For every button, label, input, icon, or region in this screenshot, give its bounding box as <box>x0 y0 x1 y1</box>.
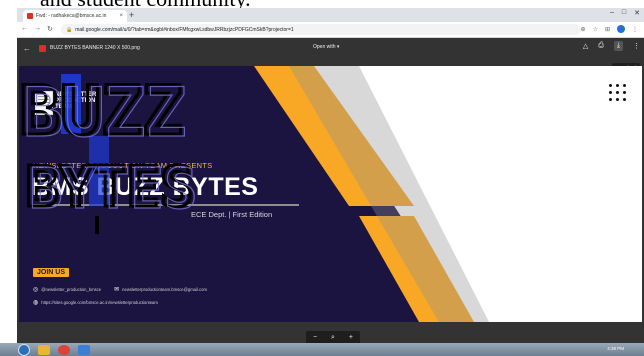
mail-icon: ✉ <box>114 287 120 293</box>
globe-icon: ◍ <box>33 300 39 306</box>
browser-window: Fwd: - radhakeca@bmsce.ac.in × + – □ ✕ ←… <box>17 8 644 356</box>
instagram-row: ◎ @newsletter_production_bmsce ✉ newslet… <box>33 286 207 293</box>
website-url: https://sites.google.com/bmsce.ac.in/new… <box>41 300 158 305</box>
document-caption: and student community. <box>0 0 644 11</box>
file-name: BUZZ BYTES BANNER 1240 X 500.png <box>50 45 140 51</box>
file-explorer-icon[interactable] <box>38 344 50 355</box>
new-tab-button[interactable]: + <box>129 10 134 20</box>
close-viewer-icon[interactable]: ← <box>23 44 39 53</box>
zoom-out-button[interactable]: − <box>313 334 317 341</box>
add-to-drive-icon[interactable]: △ <box>583 42 588 50</box>
instagram-handle: @newsletter_production_bmsce <box>41 287 102 292</box>
nav-buttons: ← → ↻ <box>21 25 53 33</box>
extension-icon[interactable]: ⊕ <box>581 26 586 33</box>
banner-image: NEWSLETTER PRODUCTION TEAM NEWSLETTER PR… <box>19 66 642 322</box>
minimize-icon[interactable]: – <box>610 9 614 17</box>
start-button[interactable] <box>18 343 30 356</box>
download-icon[interactable]: ⤓ <box>613 41 623 51</box>
viewer-toolbar: ← BUZZ BYTES BANNER 1240 X 500.png Open … <box>17 38 644 58</box>
reload-icon[interactable]: ↻ <box>47 25 53 33</box>
instagram-icon: ◎ <box>33 287 39 293</box>
forward-nav-icon[interactable]: → <box>34 25 41 33</box>
bytes-word-shadow: BYTES <box>29 157 198 222</box>
browser-icon[interactable] <box>78 344 90 355</box>
open-with-button[interactable]: Open with ▾ <box>313 44 339 50</box>
tab-title: Fwd: - radhakeca@bmsce.ac.in <box>36 13 107 19</box>
print-icon[interactable]: ⎙ <box>598 42 604 50</box>
star-icon[interactable]: ☆ <box>593 26 598 33</box>
clock: 4:38 PM <box>607 346 624 351</box>
viewer-actions: △ ⎙ ⤓ ⋮ <box>583 41 640 51</box>
gmail-icon <box>27 13 33 19</box>
back-nav-icon[interactable]: ← <box>21 25 28 33</box>
url-input[interactable]: 🔒 mail.google.com/mail/u/0/?tab=rm&ogbl#… <box>61 24 581 35</box>
join-us-badge: JOIN US <box>33 268 70 277</box>
maximize-icon[interactable]: □ <box>622 9 626 17</box>
chrome-icon[interactable] <box>58 344 70 355</box>
website-row: ◍ https://sites.google.com/bmsce.ac.in/n… <box>33 299 158 306</box>
extensions-puzzle-icon[interactable]: ⊞ <box>605 26 610 33</box>
window-controls: – □ ✕ <box>610 9 640 17</box>
buzz-bytes-artwork: BUZZ BUZZ BYTES BYTES <box>19 71 198 234</box>
toolbar-right: ⊕ ☆ ⊞ N ⋮ <box>581 25 638 33</box>
zoom-icon[interactable]: ⌕ <box>331 334 335 342</box>
close-window-icon[interactable]: ✕ <box>634 9 640 17</box>
image-file-icon <box>39 44 46 52</box>
browser-tab[interactable]: Fwd: - radhakeca@bmsce.ac.in × <box>23 10 127 22</box>
close-tab-icon[interactable]: × <box>119 13 123 19</box>
email-address: newsletterproductionteam.bmsce@gmail.com <box>122 287 207 292</box>
lock-icon: 🔒 <box>66 26 73 33</box>
more-icon[interactable]: ⋮ <box>632 26 638 33</box>
more-actions-icon[interactable]: ⋮ <box>633 42 640 50</box>
buzz-word-shadow: BUZZ <box>23 74 187 153</box>
url-text: mail.google.com/mail/u/0/?tab=rm&ogbl#in… <box>75 26 294 33</box>
zoom-in-button[interactable]: + <box>349 334 353 341</box>
address-bar: ← → ↻ 🔒 mail.google.com/mail/u/0/?tab=rm… <box>17 22 644 38</box>
avatar[interactable]: N <box>617 25 625 33</box>
tab-bar: Fwd: - radhakeca@bmsce.ac.in × + – □ ✕ <box>17 8 644 22</box>
os-taskbar: 4:38 PM <box>0 343 644 356</box>
image-viewer: ← BUZZ BYTES BANNER 1240 X 500.png Open … <box>17 38 644 356</box>
